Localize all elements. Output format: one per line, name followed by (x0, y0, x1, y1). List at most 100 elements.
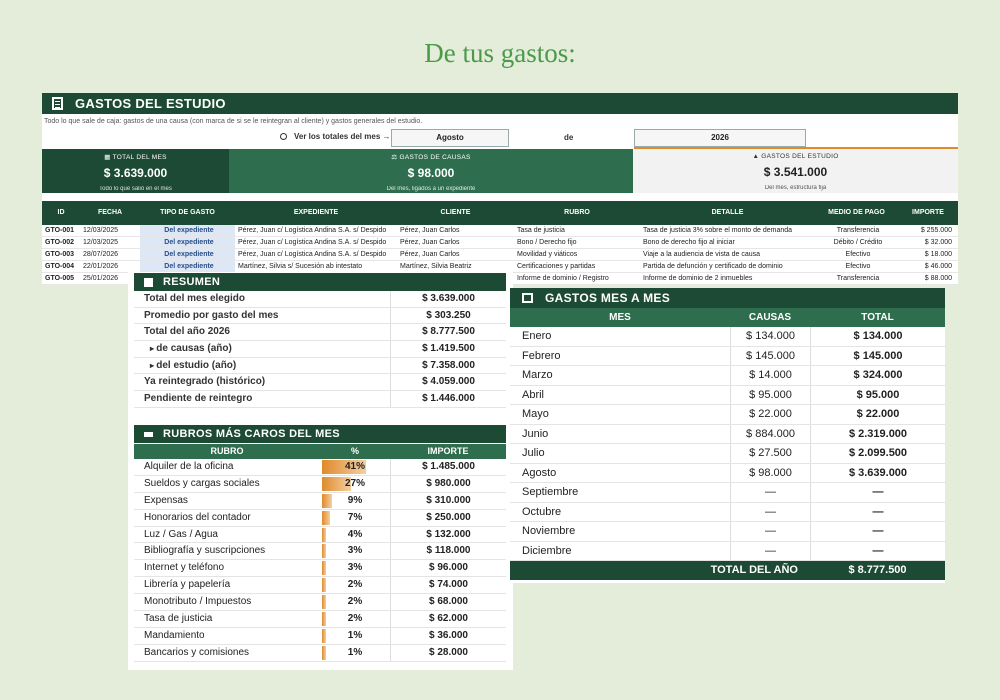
month-name: Marzo (522, 369, 553, 381)
kpi-label: ▦ TOTAL DEL MES (104, 154, 167, 161)
rubro-pct-cell: 9% (320, 493, 390, 509)
resumen-row: Total del mes elegido $ 3.639.000 (134, 291, 506, 308)
filter-label: Ver los totales del mes → (280, 132, 390, 141)
cell-fecha: 12/03/2025 (83, 239, 119, 246)
month-causas: $ 884.000 (730, 424, 810, 443)
rubro-row: Bancarios y comisiones 1% $ 28.000 (134, 644, 506, 662)
resumen-list: Total del mes elegido $ 3.639.000 Promedio… (134, 291, 506, 408)
month-causas: $ 14.000 (730, 366, 810, 385)
month-name: Agosto (522, 466, 557, 479)
calendar-icon (522, 293, 533, 303)
resumen-label: Pendiente de reintegro (144, 393, 253, 405)
rubro-pct-cell: 1% (320, 628, 390, 644)
month-causas: $ 22.000 (730, 405, 810, 424)
summary-icon (144, 277, 153, 287)
month-causas: — (730, 502, 810, 521)
rubro-label: Monotributo / Impuestos (144, 596, 252, 608)
col-header: TIPO DE GASTO (160, 209, 215, 216)
filter-de-label: de (564, 133, 574, 142)
month-total: — (810, 502, 945, 521)
resumen-label: del estudio (año) (134, 358, 390, 374)
resumen-row: del estudio (año)$ 7.358.000 (134, 357, 506, 375)
cell-detalle: Tasa de justicia 3% sobre el monto de de… (643, 227, 793, 234)
rubro-row: Tasa de justicia 2% $ 62.000 (134, 611, 506, 628)
rubro-pct-bar (322, 561, 326, 576)
table-row[interactable]: GTO-001 12/03/2025 Del expediente Pérez, Ju… (42, 225, 958, 237)
rubro-pct-cell: 41% (320, 459, 390, 475)
month-total: $ 134.000 (810, 327, 945, 346)
rubro-importe: $ 1.485.000 (390, 459, 506, 475)
cell-tipo: Del expediente (140, 225, 235, 236)
cell-medio: Transferencia (836, 227, 880, 234)
cell-id: GTO-001 (45, 227, 75, 234)
rubro-pct-cell: 2% (320, 577, 390, 593)
cell-rubro: Informe de dominio / Registro (517, 275, 609, 282)
month-name: Julio (522, 447, 545, 459)
rubro-pct-text: 9% (347, 494, 363, 506)
rubro-pct-cell: 1% (320, 645, 390, 661)
col-header: % (350, 446, 359, 456)
rubro-importe: $ 74.000 (390, 577, 506, 594)
month-total: $ 324.000 (810, 366, 945, 385)
rubro-pct-cell: 7% (320, 510, 390, 526)
kpi-subtext: Todo lo que salió en el mes (99, 186, 172, 192)
rubro-pct-text: 3% (347, 562, 363, 574)
cell-tipo: Del expediente (140, 261, 235, 272)
rubro-importe: $ 118.000 (390, 543, 506, 560)
resumen-row: Ya reintegrado (histórico) $ 4.059.000 (134, 374, 506, 392)
cell-importe: $ 46.000 (924, 263, 952, 270)
month-causas: — (730, 541, 810, 560)
mes-a-mes-title-bar: GASTOS MES A MES (510, 288, 945, 308)
rubro-pct-text: 2% (347, 613, 363, 625)
month-name: Abril (522, 388, 545, 401)
resumen-label: Total del año 2026 (144, 326, 230, 338)
cell-expediente: Pérez, Juan c/ Logística Andina S.A. s/ … (238, 239, 387, 246)
kpi-subtext: Del mes, estructura fija (764, 185, 827, 191)
year-input[interactable]: 2026 (634, 129, 806, 147)
resumen-value: $ 303.250 (390, 307, 506, 324)
rubros-table-header: RUBRO % IMPORTE (134, 444, 506, 459)
col-header: CLIENTE (440, 209, 471, 216)
month-select[interactable]: Agosto (391, 129, 509, 147)
cell-expediente: Martínez, Silvia s/ Sucesión ab intestat… (238, 263, 363, 270)
table-row[interactable]: GTO-003 28/07/2026 Del expediente Pérez, Ju… (42, 249, 958, 261)
col-header: MES (609, 312, 631, 323)
cell-cliente: Pérez, Juan Carlos (400, 239, 460, 246)
cell-rubro: Certificaciones y partidas (517, 263, 596, 270)
rubro-importe: $ 36.000 (390, 627, 506, 644)
month-name: Septiembre (522, 486, 579, 498)
mes-a-mes-panel: GASTOS MES A MES MES CAUSAS TOTAL Enero $… (510, 288, 945, 583)
cell-tipo: Del expediente (140, 249, 235, 260)
rubro-pct-cell: 3% (320, 560, 390, 576)
resumen-label: Promedio por gasto del mes (144, 309, 279, 321)
rubros-title-bar: RUBROS MÁS CAROS DEL MES (134, 425, 506, 443)
cell-cliente: Pérez, Juan Carlos (400, 227, 460, 234)
month-row: Enero $ 134.000 $ 134.000 (510, 327, 945, 347)
rubro-label: Alquiler de la oficina (144, 461, 234, 472)
rubro-pct-cell: 2% (320, 594, 390, 610)
col-header: ID (57, 209, 65, 216)
rubro-label: Bancarios y comisiones (144, 646, 250, 658)
cell-fecha: 22/01/2026 (83, 263, 119, 270)
col-header: DETALLE (711, 209, 744, 216)
rubro-label: Internet y teléfono (144, 562, 225, 574)
month-name: Enero (522, 330, 552, 342)
cell-expediente: Pérez, Juan c/ Logística Andina S.A. s/ … (238, 227, 387, 234)
rubro-label: Tasa de justicia (144, 613, 213, 625)
gastos-table-header: ID FECHA TIPO DE GASTO EXPEDIENTE CLIENT… (42, 201, 958, 225)
rubros-title: RUBROS MÁS CAROS DEL MES (163, 428, 340, 440)
resumen-label: Total del mes elegido (144, 293, 245, 304)
rubro-importe: $ 96.000 (390, 560, 506, 577)
resumen-value: $ 1.419.500 (390, 341, 506, 357)
rubro-importe: $ 310.000 (390, 492, 506, 509)
rubro-row: Honorarios del contador 7% $ 250.000 (134, 509, 506, 527)
rubro-pct-text: 3% (347, 545, 363, 557)
rubro-row: Librería y papelería 2% $ 74.000 (134, 577, 506, 595)
month-row: Julio $ 27.500 $ 2.099.500 (510, 444, 945, 464)
table-row[interactable]: GTO-002 12/03/2025 Del expediente Pérez, Ju… (42, 237, 958, 249)
resumen-title: RESUMEN (163, 276, 221, 288)
cell-tipo: Del expediente (140, 237, 235, 248)
rubro-importe: $ 68.000 (390, 594, 506, 611)
rubro-pct-text: 7% (347, 511, 363, 523)
col-header: FECHA (97, 209, 123, 216)
